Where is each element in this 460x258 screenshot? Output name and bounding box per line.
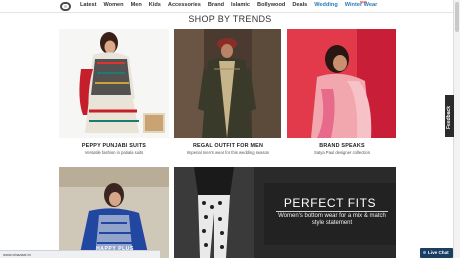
card-title[interactable]: REGAL OUTFIT FOR MEN xyxy=(173,143,283,149)
promo-subtitle: Women's bottom wear for a mix & match st… xyxy=(278,213,386,226)
nav-item-bollywood[interactable]: Bollywood xyxy=(257,2,285,8)
punjabi-suit-illustration xyxy=(59,29,169,138)
regal-outfit-illustration xyxy=(174,29,281,138)
chat-icon xyxy=(423,251,426,254)
promo-divider xyxy=(276,211,388,212)
nav-item-wedding[interactable]: Wedding xyxy=(314,2,338,8)
promo-title: PERFECT FITS xyxy=(283,196,377,210)
page-scrollbar[interactable] xyxy=(453,0,460,258)
happy-plus-illustration xyxy=(59,167,169,258)
nav-item-women[interactable]: Women xyxy=(103,2,123,8)
card-subtitle: Satya Paul designer collection xyxy=(313,150,371,155)
section-heading: SHOP BY TRENDS xyxy=(188,14,272,24)
live-chat-label: Live Chat xyxy=(428,250,449,255)
nav-item-islamic[interactable]: Islamic xyxy=(231,2,250,8)
nav-item-latest[interactable]: Latest xyxy=(80,2,96,8)
brand-speaks-image[interactable] xyxy=(287,29,396,138)
card-subtitle: Versatile fashion in patiala suits xyxy=(84,150,144,155)
nav-menu: Latest Women Men Kids Accessories Brand … xyxy=(80,2,377,8)
card-title[interactable]: BRAND SPEAKS xyxy=(287,143,397,149)
punjabi-suit-image[interactable] xyxy=(59,29,169,138)
nav-item-accessories[interactable]: Accessories xyxy=(168,2,201,8)
nav-item-brand[interactable]: Brand xyxy=(208,2,224,8)
card-subtitle: Imperial men's wear for this wedding sea… xyxy=(186,150,270,155)
new-badge: NEW xyxy=(360,0,367,4)
status-bar-url: www.cbazaar.in xyxy=(0,250,160,258)
feedback-label: Feedback xyxy=(446,105,452,129)
nav-item-kids[interactable]: Kids xyxy=(149,2,161,8)
top-navigation: Latest Women Men Kids Accessories Brand … xyxy=(0,0,460,13)
nav-item-men[interactable]: Men xyxy=(131,2,142,8)
happy-plus-image[interactable] xyxy=(59,167,169,258)
brand-speaks-illustration xyxy=(287,29,396,138)
regal-outfit-image[interactable] xyxy=(174,29,281,138)
live-chat-button[interactable]: Live Chat xyxy=(420,248,453,258)
card-title[interactable]: PEPPY PUNJABI SUITS xyxy=(59,143,169,149)
nav-item-deals[interactable]: Deals xyxy=(292,2,307,8)
brand-logo[interactable] xyxy=(60,2,71,11)
feedback-tab[interactable]: Feedback xyxy=(445,95,454,137)
